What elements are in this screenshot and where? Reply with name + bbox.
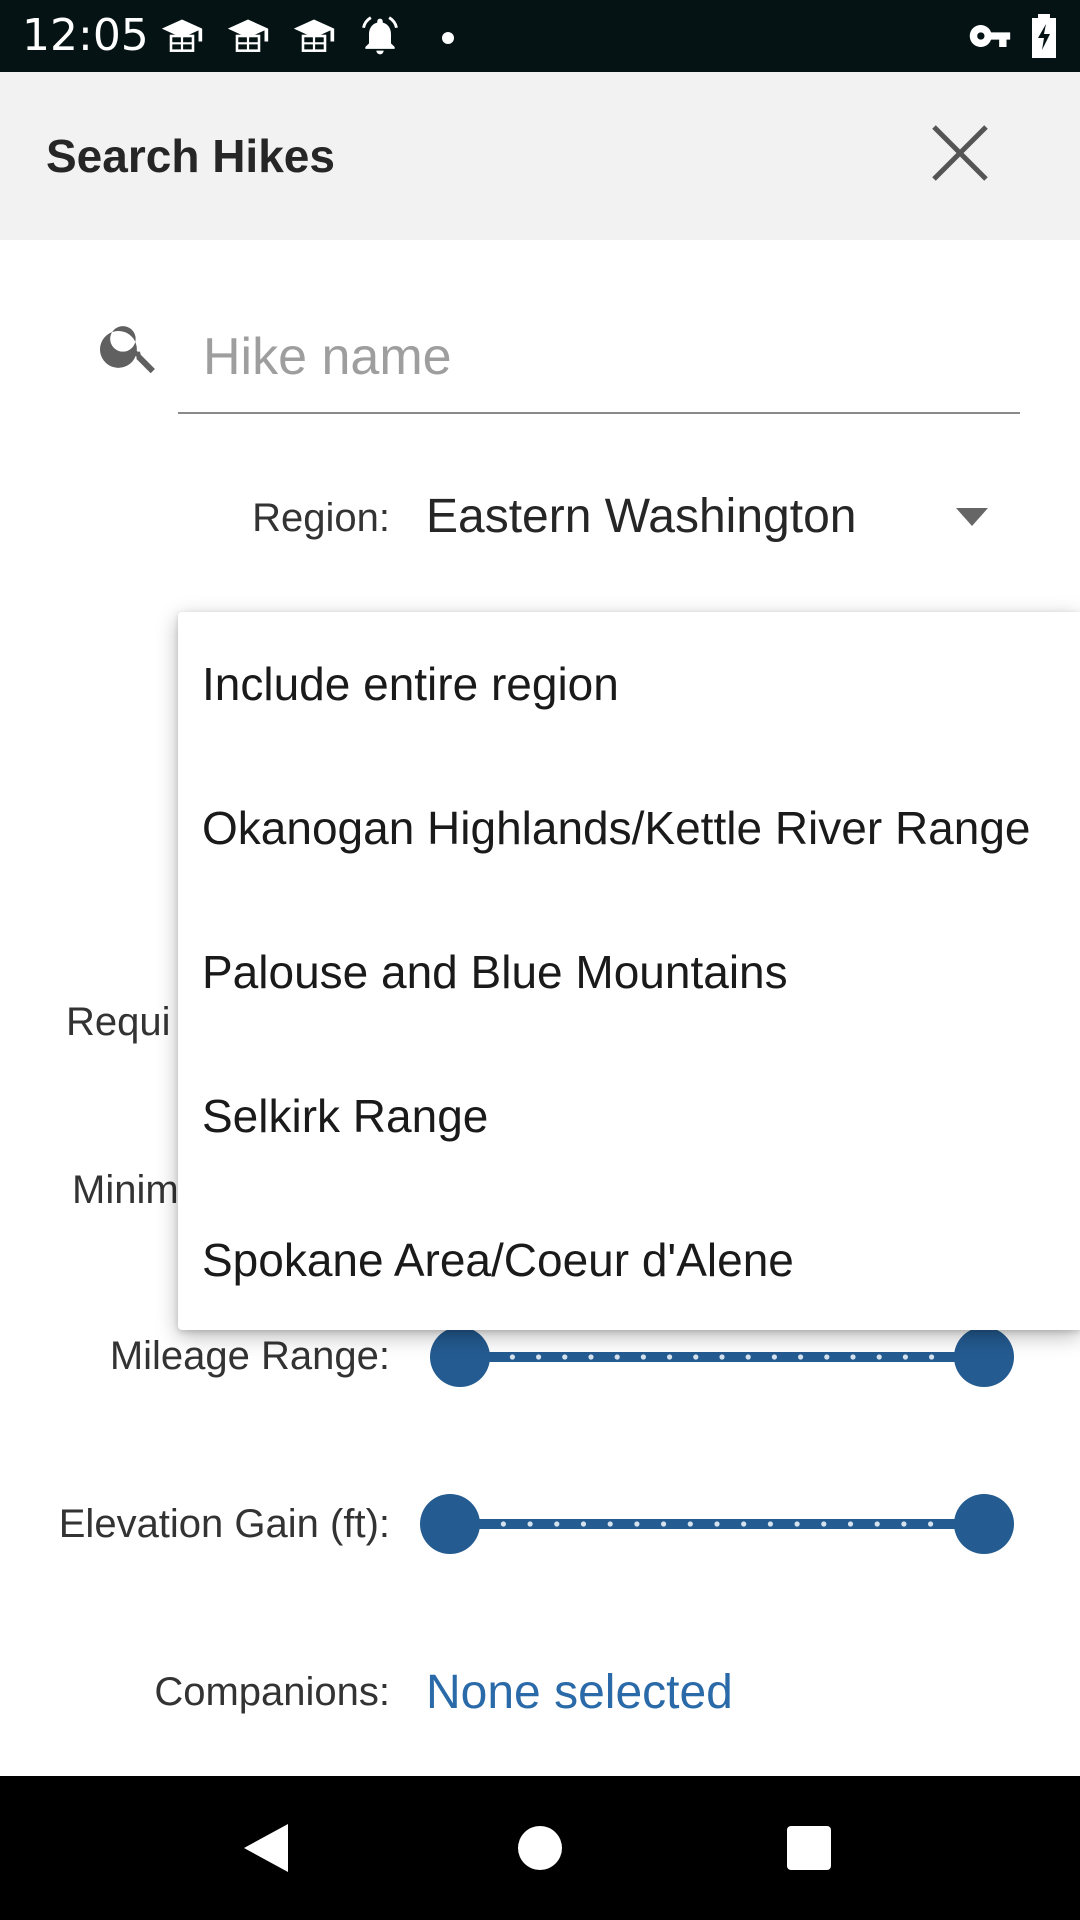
slider-tick — [771, 1354, 777, 1360]
chevron-down-icon[interactable] — [956, 508, 988, 526]
page-title: Search Hikes — [46, 130, 335, 182]
slider-tick — [902, 1354, 908, 1360]
dropdown-option[interactable]: Include entire region — [178, 612, 1080, 756]
mileage-range-label: Mileage Range: — [109, 1334, 390, 1378]
dot-icon — [442, 32, 454, 44]
dropdown-option[interactable]: Palouse and Blue Mountains — [178, 900, 1080, 1044]
search-input[interactable] — [178, 302, 1020, 414]
slider-tick — [527, 1521, 533, 1527]
alarm-icon — [362, 16, 398, 55]
slider-tick — [588, 1354, 594, 1360]
slider-min-thumb[interactable] — [430, 1327, 490, 1387]
slider-max-thumb[interactable] — [954, 1327, 1014, 1387]
minimum-label: Minim — [72, 1168, 179, 1212]
home-icon[interactable] — [504, 1812, 576, 1884]
slider-tick — [667, 1354, 673, 1360]
slider-min-thumb[interactable] — [420, 1494, 480, 1554]
mileage-range-slider[interactable] — [420, 1322, 1020, 1392]
slider-tick — [536, 1354, 542, 1360]
region-select[interactable]: Eastern Washington — [426, 488, 856, 546]
slider-tick — [714, 1521, 720, 1527]
elevation-gain-label: Elevation Gain (ft): — [58, 1502, 390, 1546]
slider-tick — [640, 1354, 646, 1360]
status-time: 12:05 — [22, 10, 149, 61]
slider-tick — [876, 1354, 882, 1360]
companions-select[interactable]: None selected — [426, 1664, 733, 1722]
slider-tick — [928, 1521, 934, 1527]
graduation-cap-icon — [161, 19, 203, 52]
app-bar: Search Hikes — [0, 72, 1080, 240]
back-icon[interactable] — [230, 1812, 302, 1884]
slider-tick — [614, 1354, 620, 1360]
region-label: Region: — [252, 496, 390, 540]
dropdown-option[interactable]: Spokane Area/Coeur d'Alene — [178, 1188, 1080, 1332]
close-icon[interactable] — [920, 113, 1000, 193]
elevation-gain-slider[interactable] — [420, 1489, 1020, 1559]
slider-tick — [500, 1521, 506, 1527]
graduation-cap-icon — [227, 19, 269, 52]
search-icon — [100, 326, 155, 374]
recents-icon[interactable] — [773, 1812, 845, 1884]
slider-ticks — [447, 1521, 987, 1527]
slider-tick — [901, 1521, 907, 1527]
slider-tick — [874, 1521, 880, 1527]
required-label: Requi — [66, 1000, 171, 1044]
slider-tick — [509, 1354, 515, 1360]
slider-tick — [607, 1521, 613, 1527]
status-bar: 12:05 — [0, 0, 1080, 72]
slider-max-thumb[interactable] — [954, 1494, 1014, 1554]
slider-tick — [794, 1521, 800, 1527]
slider-tick — [821, 1521, 827, 1527]
slider-tick — [847, 1521, 854, 1527]
slider-tick — [693, 1354, 699, 1360]
slider-tick — [850, 1354, 856, 1360]
slider-tick — [580, 1521, 587, 1527]
vpn-key-icon — [969, 25, 1011, 47]
dropdown-option[interactable]: Selkirk Range — [178, 1044, 1080, 1188]
slider-tick — [929, 1354, 935, 1360]
slider-tick — [554, 1521, 560, 1527]
slider-tick — [687, 1521, 693, 1527]
slider-tick — [798, 1354, 804, 1360]
slider-ticks — [457, 1354, 987, 1360]
navigation-bar — [0, 1776, 1080, 1920]
region-dropdown-menu: Include entire region Okanogan Highlands… — [178, 612, 1080, 1330]
slider-tick — [562, 1354, 568, 1360]
slider-tick — [767, 1521, 773, 1527]
graduation-cap-icon — [293, 19, 335, 52]
companions-label: Companions: — [154, 1670, 390, 1714]
dropdown-option[interactable]: Okanogan Highlands/Kettle River Range — [178, 756, 1080, 900]
slider-tick — [634, 1521, 640, 1527]
slider-tick — [661, 1521, 667, 1527]
slider-tick — [719, 1354, 725, 1360]
slider-tick — [741, 1521, 747, 1527]
battery-charging-icon — [1032, 14, 1056, 58]
slider-tick — [824, 1354, 830, 1360]
slider-tick — [745, 1354, 751, 1360]
